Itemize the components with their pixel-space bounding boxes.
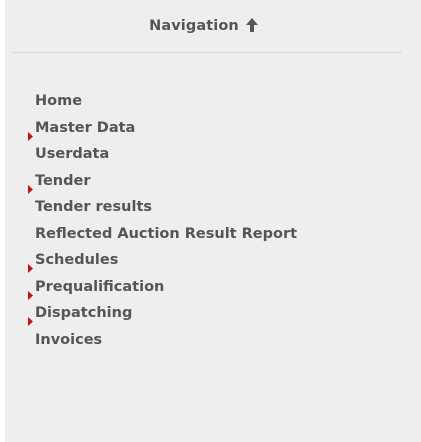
nav-item-label: Tender [35,172,91,189]
nav-item-master-data[interactable]: Master Data [5,115,421,142]
nav-item-userdata[interactable]: Userdata [5,141,421,168]
nav-item-label: Prequalification [35,278,165,295]
nav-item-label: Schedules [35,252,119,268]
navigation-menu: Home Master Data Userdata Tender Tender … [5,88,421,353]
caret-right-icon[interactable] [28,256,33,273]
arrow-up-icon[interactable] [245,17,258,32]
nav-item-label: Dispatching [35,305,133,321]
nav-item-schedules[interactable]: Schedules [5,247,421,274]
navigation-header[interactable]: Navigation [5,0,402,52]
nav-item-invoices[interactable]: Invoices [5,327,421,354]
caret-right-icon[interactable] [28,283,33,300]
nav-item-reflected-auction-result-report[interactable]: Reflected Auction Result Report [5,221,421,248]
nav-item-label: Home [35,93,83,109]
nav-item-label: Invoices [35,331,103,348]
nav-item-label: Userdata [35,146,110,162]
caret-right-icon[interactable] [28,309,33,326]
nav-item-label: Tender results [35,199,153,215]
navigation-panel: Navigation Home Master Data Userdata Ten… [5,0,421,442]
nav-item-dispatching[interactable]: Dispatching [5,300,421,327]
header-divider [13,52,402,53]
nav-item-label: Reflected Auction Result Report [35,225,298,242]
nav-item-tender[interactable]: Tender [5,168,421,195]
nav-item-tender-results[interactable]: Tender results [5,194,421,221]
nav-item-label: Master Data [35,119,136,136]
nav-item-home[interactable]: Home [5,88,421,115]
caret-right-icon[interactable] [28,177,33,194]
navigation-title: Navigation [149,18,239,34]
nav-item-prequalification[interactable]: Prequalification [5,274,421,301]
caret-right-icon[interactable] [28,124,33,141]
